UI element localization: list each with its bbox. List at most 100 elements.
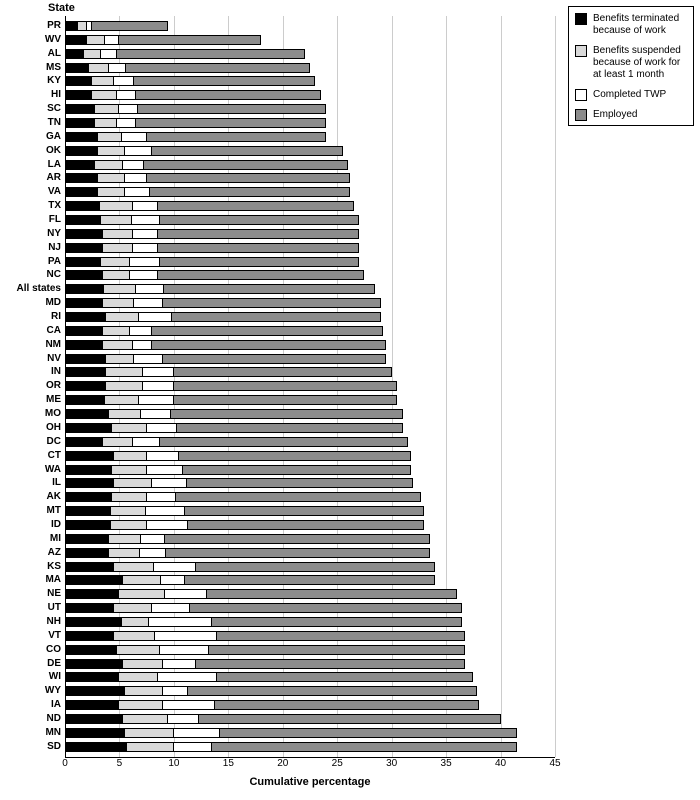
bar-segment xyxy=(215,700,479,710)
bar-segment xyxy=(133,437,160,447)
stacked-bar xyxy=(65,104,555,114)
row-label: TX xyxy=(48,200,65,212)
row-label: NE xyxy=(47,588,65,600)
bar-segment xyxy=(123,714,169,724)
row-label: ID xyxy=(51,519,65,531)
row-label: OK xyxy=(46,145,65,157)
row-label: OR xyxy=(46,380,65,392)
row-label: UT xyxy=(48,602,65,614)
stacked-bar xyxy=(65,76,555,86)
bar-row: LA xyxy=(65,159,555,171)
bar-segment xyxy=(65,201,100,211)
bar-segment xyxy=(174,381,397,391)
stacked-bar xyxy=(65,243,555,253)
bar-segment xyxy=(133,243,158,253)
bar-segment xyxy=(147,132,327,142)
row-label: NC xyxy=(47,269,65,281)
bar-segment xyxy=(65,160,95,170)
bar-segment xyxy=(126,63,310,73)
bar-segment xyxy=(95,104,119,114)
bar-row: AR xyxy=(65,172,555,184)
legend-item: Benefits terminated because of work xyxy=(575,13,687,37)
bar-segment xyxy=(190,603,462,613)
bar-segment xyxy=(112,423,147,433)
row-label: PR xyxy=(47,20,65,32)
bar-row: NE xyxy=(65,588,555,600)
bar-segment xyxy=(105,395,139,405)
bar-segment xyxy=(209,645,465,655)
bar-segment xyxy=(154,562,195,572)
row-label: IA xyxy=(51,699,65,711)
bar-segment xyxy=(65,603,114,613)
bar-segment xyxy=(144,160,348,170)
bar-segment xyxy=(160,215,359,225)
stacked-bar xyxy=(65,617,555,627)
bar-segment xyxy=(136,118,327,128)
bar-segment xyxy=(65,270,103,280)
bar-row: CO xyxy=(65,644,555,656)
bar-segment xyxy=(65,617,122,627)
stacked-bar xyxy=(65,312,555,322)
stacked-bar xyxy=(65,354,555,364)
plot-area: PRWVALMSKYHISCTNGAOKLAARVATXFLNYNJPANCAl… xyxy=(65,16,555,758)
bar-segment xyxy=(65,132,98,142)
row-label: DC xyxy=(47,436,65,448)
stacked-bar xyxy=(65,492,555,502)
row-label: KS xyxy=(47,561,65,573)
stacked-bar xyxy=(65,257,555,267)
stacked-bar xyxy=(65,506,555,516)
stacked-bar xyxy=(65,589,555,599)
bar-row: MS xyxy=(65,62,555,74)
bar-segment xyxy=(188,686,477,696)
legend-item: Benefits suspended because of work for a… xyxy=(575,45,687,81)
bar-segment xyxy=(101,257,130,267)
bar-segment xyxy=(106,354,133,364)
bar-segment xyxy=(207,589,457,599)
stacked-bar xyxy=(65,187,555,197)
stacked-bar xyxy=(65,173,555,183)
bar-segment xyxy=(65,63,89,73)
bar-segment xyxy=(165,589,206,599)
bar-row: OR xyxy=(65,380,555,392)
bar-segment xyxy=(98,187,125,197)
bar-segment xyxy=(65,187,98,197)
stacked-bar xyxy=(65,340,555,350)
bar-segment xyxy=(65,728,125,738)
bar-segment xyxy=(92,76,114,86)
bar-segment xyxy=(147,465,183,475)
row-label: MO xyxy=(45,408,65,420)
bar-row: OK xyxy=(65,145,555,157)
bar-segment xyxy=(65,714,123,724)
bar-segment xyxy=(141,534,165,544)
bar-segment xyxy=(98,173,125,183)
bar-segment xyxy=(65,534,109,544)
stacked-bar xyxy=(65,742,555,752)
bar-segment xyxy=(65,492,112,502)
bar-segment xyxy=(65,506,111,516)
stacked-bar xyxy=(65,215,555,225)
bar-segment xyxy=(164,284,375,294)
bar-segment xyxy=(163,659,196,669)
bar-segment xyxy=(133,201,158,211)
bar-segment xyxy=(114,562,154,572)
row-label: VT xyxy=(48,630,65,642)
bar-row: FL xyxy=(65,214,555,226)
bar-segment xyxy=(65,465,112,475)
stacked-bar xyxy=(65,63,555,73)
bar-segment xyxy=(185,506,425,516)
bar-row: SC xyxy=(65,103,555,115)
x-tick-label: 0 xyxy=(62,758,68,769)
bar-segment xyxy=(78,21,87,31)
bar-segment xyxy=(109,63,126,73)
stacked-bar xyxy=(65,562,555,572)
bar-row: NH xyxy=(65,616,555,628)
bar-segment xyxy=(147,423,177,433)
row-label: AZ xyxy=(48,547,65,559)
bar-segment xyxy=(139,395,174,405)
stacked-bar xyxy=(65,714,555,724)
bar-segment xyxy=(152,603,190,613)
bar-row: NJ xyxy=(65,242,555,254)
bar-segment xyxy=(152,146,343,156)
row-label: GA xyxy=(46,131,65,143)
bar-segment xyxy=(65,409,109,419)
